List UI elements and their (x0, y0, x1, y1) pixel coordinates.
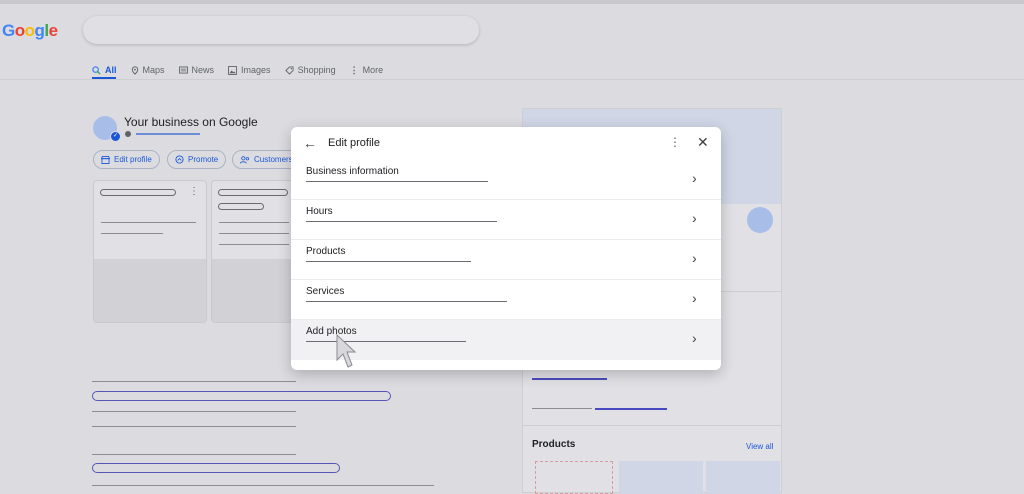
placeholder-line (219, 233, 289, 234)
placeholder-line (92, 411, 296, 412)
chevron-right-icon: › (692, 330, 697, 346)
business-placeholder-line (136, 133, 200, 135)
add-product-tile[interactable] (535, 461, 613, 494)
placeholder-link-pill[interactable] (92, 391, 391, 401)
more-vertical-icon[interactable]: ⋮ (189, 186, 199, 197)
tab-label: Maps (142, 65, 165, 75)
tab-label: More (362, 65, 384, 75)
tab-label: Images (241, 65, 271, 75)
chevron-right-icon: › (692, 290, 697, 306)
search-input[interactable] (83, 16, 479, 44)
google-logo[interactable]: Google (2, 21, 58, 41)
placeholder-line (306, 261, 471, 262)
verified-check-icon: ✓ (110, 131, 121, 142)
tag-icon (284, 65, 294, 75)
row-products[interactable]: Products › (291, 240, 721, 280)
card-image-placeholder (94, 259, 206, 322)
row-label: Products (306, 246, 346, 257)
placeholder-line (532, 408, 592, 409)
mouse-pointer-icon (336, 334, 356, 368)
tab-news[interactable]: News (178, 62, 215, 78)
placeholder-pill (100, 189, 176, 196)
row-services[interactable]: Services › (291, 280, 721, 320)
chevron-right-icon: › (692, 210, 697, 226)
products-heading: Products (532, 439, 576, 450)
more-vertical-icon[interactable]: ⋮ (669, 135, 681, 149)
placeholder-line (306, 221, 497, 222)
placeholder-link-pill[interactable] (92, 463, 340, 473)
placeholder-line (92, 485, 434, 486)
tab-label: Shopping (297, 65, 336, 75)
placeholder-pill (218, 203, 264, 210)
tab-images[interactable]: Images (228, 62, 271, 78)
placeholder-line (92, 381, 296, 382)
chip-label: Edit profile (114, 155, 152, 164)
tab-all[interactable]: All (92, 62, 117, 78)
business-title: Your business on Google (124, 115, 258, 129)
panel-avatar (747, 207, 773, 233)
promote-icon (175, 155, 184, 164)
placeholder-line (219, 244, 289, 245)
row-hours[interactable]: Hours › (291, 200, 721, 240)
placeholder-line (306, 301, 507, 302)
row-label: Services (306, 286, 345, 297)
close-icon[interactable]: ✕ (697, 134, 709, 151)
tabs-divider (0, 79, 1024, 80)
search-icon (92, 65, 101, 75)
people-icon (240, 155, 250, 163)
status-dot (125, 131, 131, 137)
placeholder-line (92, 426, 296, 427)
chip-label: Promote (188, 155, 219, 164)
map-pin-icon (131, 65, 138, 75)
row-label: Business information (306, 166, 399, 177)
top-strip (0, 0, 1024, 4)
chevron-right-icon: › (692, 250, 697, 266)
tab-shopping[interactable]: Shopping (284, 62, 336, 78)
panel-link-placeholder[interactable] (595, 408, 667, 410)
placeholder-line (92, 454, 296, 455)
more-vertical-icon: ⋮ (349, 64, 359, 75)
placeholder-line (306, 341, 466, 342)
placeholder-line (101, 233, 163, 234)
promote-chip[interactable]: Promote (167, 150, 227, 169)
search-tabs: All Maps News Images Shopping ⋮ More (92, 62, 383, 78)
news-icon (178, 66, 188, 74)
panel-link-placeholder[interactable] (532, 378, 607, 380)
placeholder-line (219, 222, 289, 223)
back-arrow-icon[interactable]: ← (303, 135, 317, 151)
row-label: Hours (306, 206, 333, 217)
image-icon (228, 65, 237, 75)
edit-profile-chip[interactable]: Edit profile (93, 150, 160, 169)
chip-label: Customers (254, 155, 293, 164)
tab-maps[interactable]: Maps (131, 62, 165, 78)
panel-divider (523, 425, 781, 426)
tab-label: All (105, 65, 117, 75)
view-all-link[interactable]: View all (746, 442, 773, 451)
storefront-icon (101, 155, 110, 164)
product-tile[interactable] (619, 461, 703, 494)
dialog-title: Edit profile (328, 137, 380, 149)
placeholder-line (101, 222, 196, 223)
row-business-information[interactable]: Business information › (291, 160, 721, 200)
tab-more[interactable]: ⋮ More (350, 62, 384, 78)
tab-label: News (191, 65, 215, 75)
placeholder-line (306, 181, 488, 182)
info-card[interactable]: ⋮ (93, 180, 207, 323)
chevron-right-icon: › (692, 170, 697, 186)
product-tile[interactable] (706, 461, 780, 494)
placeholder-pill (218, 189, 288, 196)
